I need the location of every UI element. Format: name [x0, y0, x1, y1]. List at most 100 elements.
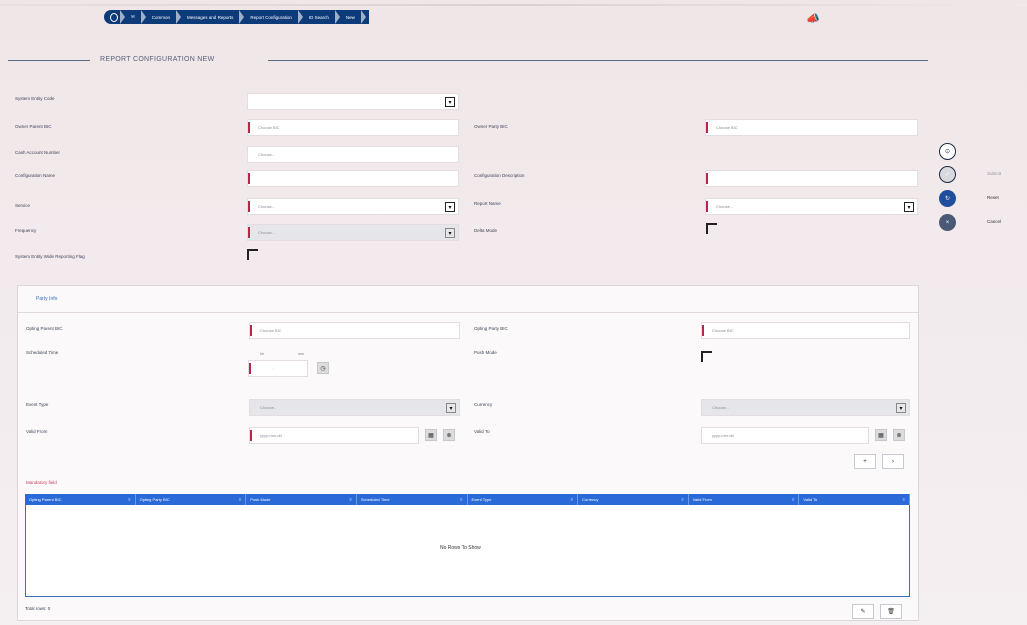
breadcrumb-item[interactable]: ID Search: [302, 10, 340, 24]
event-type-placeholder: Choose...: [260, 405, 278, 410]
owner-party-bic-input[interactable]: Choose BIC: [705, 119, 918, 136]
search-icon[interactable]: ⊙: [939, 143, 956, 160]
grid-column-opting-parent-bic[interactable]: Opting Parent BIC ≡: [25, 494, 136, 505]
push-mode-checkbox[interactable]: [701, 351, 712, 362]
opting-party-bic-input[interactable]: Choose BIC: [701, 322, 910, 339]
breadcrumb: ✉ Common Messages and Reports Report Con…: [104, 10, 369, 24]
column-label: Valid To: [803, 497, 818, 502]
total-rows: Total rows: 0: [25, 606, 51, 611]
report-name-placeholder: Choose...: [716, 204, 734, 209]
breadcrumb-item[interactable]: ✉: [124, 10, 146, 24]
calendar-icon[interactable]: ▦: [425, 429, 437, 441]
service-placeholder: Choose...: [258, 204, 276, 209]
grid-column-push-mode[interactable]: Push Mode ≡: [246, 494, 357, 505]
section-divider: [8, 60, 90, 61]
clock-icon[interactable]: ◷: [317, 362, 329, 374]
menu-icon[interactable]: ≡: [460, 497, 462, 502]
valid-to-label: Valid To: [474, 429, 490, 434]
menu-icon[interactable]: ≡: [350, 497, 352, 502]
no-rows-message: No Rows To Show: [440, 545, 481, 551]
menu-icon[interactable]: ≡: [903, 497, 905, 502]
currency-label: Currency: [474, 402, 493, 407]
delta-mode-checkbox[interactable]: [706, 223, 717, 234]
menu-icon[interactable]: ≡: [681, 497, 683, 502]
clear-icon[interactable]: ⊗: [443, 429, 455, 441]
submit-button[interactable]: ✓: [939, 166, 956, 183]
service-select[interactable]: Choose... ▾: [247, 198, 459, 215]
system-entity-code-select[interactable]: ▾: [247, 93, 459, 110]
calendar-icon[interactable]: ▦: [875, 429, 887, 441]
mandatory-field-note: Mandatory field: [26, 480, 57, 485]
frequency-label: Frequency: [15, 228, 37, 233]
event-type-select[interactable]: Choose... ▾: [249, 399, 460, 416]
hours-label: hh: [260, 352, 264, 356]
currency-placeholder: Choose...: [712, 405, 730, 410]
cash-account-number-input[interactable]: Choose...: [247, 146, 459, 163]
delete-button[interactable]: 🗑: [880, 604, 902, 619]
menu-icon[interactable]: ≡: [792, 497, 794, 502]
chevron-down-icon[interactable]: ▾: [445, 202, 455, 212]
configuration-name-input[interactable]: [247, 170, 459, 187]
reset-label: Reset: [987, 195, 999, 200]
column-label: Scheduled Time: [360, 497, 390, 502]
grid-column-scheduled-time[interactable]: Scheduled Time ≡: [357, 494, 468, 505]
configuration-description-input[interactable]: [705, 170, 918, 187]
chevron-down-icon[interactable]: ▾: [446, 403, 456, 413]
system-entity-wide-reporting-flag-checkbox[interactable]: [247, 249, 258, 260]
clear-icon[interactable]: ⊗: [893, 429, 905, 441]
opting-parent-bic-label: Opting Parent BIC: [26, 326, 63, 331]
reset-button[interactable]: ↻: [939, 190, 956, 207]
home-icon[interactable]: [104, 10, 125, 24]
breadcrumb-item[interactable]: New: [339, 10, 366, 24]
menu-icon[interactable]: ≡: [128, 497, 130, 502]
column-label: Push Mode: [250, 497, 271, 502]
cancel-button[interactable]: ×: [939, 214, 956, 231]
breadcrumb-item[interactable]: Messages and Reports: [180, 10, 245, 24]
frequency-select[interactable]: Choose... ▾: [247, 224, 459, 241]
scheduled-time-input[interactable]: :: [248, 360, 308, 377]
owner-parent-bic-input[interactable]: Choose BIC: [247, 119, 459, 136]
column-label: Opting Parent BIC: [29, 497, 62, 502]
system-entity-code-label: System Entity Code: [15, 96, 55, 101]
service-label: Service: [15, 203, 31, 208]
cash-account-number-label: Cash Account Number: [15, 150, 61, 155]
owner-parent-bic-label: Owner Parent BIC: [15, 124, 52, 129]
frequency-placeholder: Choose...: [258, 230, 276, 235]
report-name-label: Report Name: [474, 201, 501, 206]
configuration-name-label: Configuration Name: [15, 173, 56, 178]
breadcrumb-item[interactable]: Report Configuration: [243, 10, 303, 24]
currency-select[interactable]: Choose... ▾: [701, 399, 910, 416]
column-label: Valid From: [692, 497, 712, 502]
chevron-down-icon[interactable]: ▾: [445, 97, 455, 107]
party-info-header: [18, 286, 918, 313]
menu-icon[interactable]: ≡: [239, 497, 241, 502]
menu-icon[interactable]: ≡: [571, 497, 573, 502]
submit-label: Submit: [987, 171, 1002, 176]
valid-from-label: Valid From: [26, 429, 48, 434]
party-info-title[interactable]: Party Info: [36, 296, 57, 302]
chevron-down-icon[interactable]: ▾: [896, 403, 906, 413]
valid-to-input[interactable]: yyyy-mm-dd: [701, 427, 869, 444]
grid-column-valid-from[interactable]: Valid From ≡: [689, 494, 800, 505]
grid-column-currency[interactable]: Currency ≡: [578, 494, 689, 505]
page-title: REPORT CONFIGURATION NEW: [100, 56, 215, 63]
edit-button[interactable]: ✎: [852, 604, 874, 619]
opting-parent-bic-input[interactable]: Choose BIC: [249, 322, 460, 339]
column-label: Opting Party BIC: [139, 497, 170, 502]
megaphone-icon[interactable]: 📣: [806, 12, 820, 25]
add-row-button[interactable]: +: [854, 454, 876, 469]
chevron-down-icon[interactable]: ▾: [904, 202, 914, 212]
valid-from-input[interactable]: yyyy-mm-dd: [249, 427, 419, 444]
next-button[interactable]: ›: [882, 454, 904, 469]
column-label: Event Type: [471, 497, 492, 502]
cancel-label: Cancel: [987, 219, 1002, 224]
report-name-select[interactable]: Choose... ▾: [705, 198, 918, 215]
delta-mode-label: Delta Mode: [474, 228, 498, 233]
top-bar: [0, 4, 1027, 6]
grid-column-opting-party-bic[interactable]: Opting Party BIC ≡: [136, 494, 247, 505]
grid-header: Opting Parent BIC ≡ Opting Party BIC ≡ Pus…: [25, 494, 910, 505]
grid-column-event-type[interactable]: Event Type ≡: [468, 494, 579, 505]
breadcrumb-item[interactable]: Common: [145, 10, 182, 24]
chevron-down-icon[interactable]: ▾: [445, 228, 455, 238]
grid-column-valid-to[interactable]: Valid To ≡: [799, 494, 910, 505]
